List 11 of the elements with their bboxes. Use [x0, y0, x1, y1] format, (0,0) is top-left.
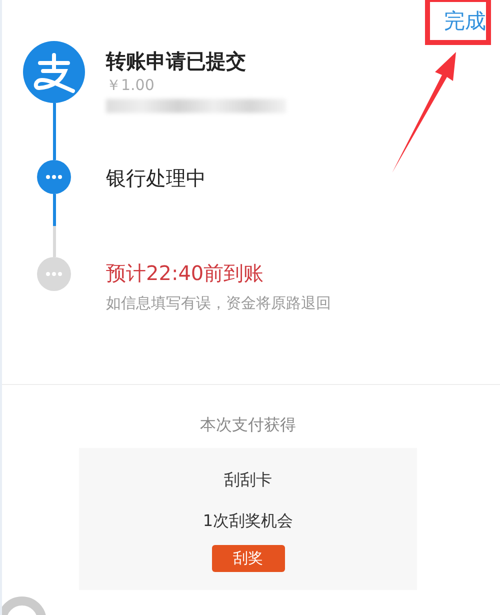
- done-link[interactable]: 完成: [444, 7, 486, 35]
- step-title: 预计22:40前到账: [106, 260, 265, 286]
- section-heading: 本次支付获得: [200, 415, 296, 436]
- amount-text: ￥1.00: [106, 76, 156, 95]
- card-text: 1次刮奖机会: [202, 511, 294, 532]
- note-text: 如信息填写有误，资金将原路退回: [106, 294, 331, 313]
- step-title: 银行处理中: [106, 165, 206, 191]
- card-title: 刮刮卡: [224, 470, 272, 491]
- highlight-box: [425, 0, 491, 45]
- step-title: 转账申请已提交: [106, 48, 247, 74]
- scratch-button[interactable]: 刮奖: [212, 545, 284, 572]
